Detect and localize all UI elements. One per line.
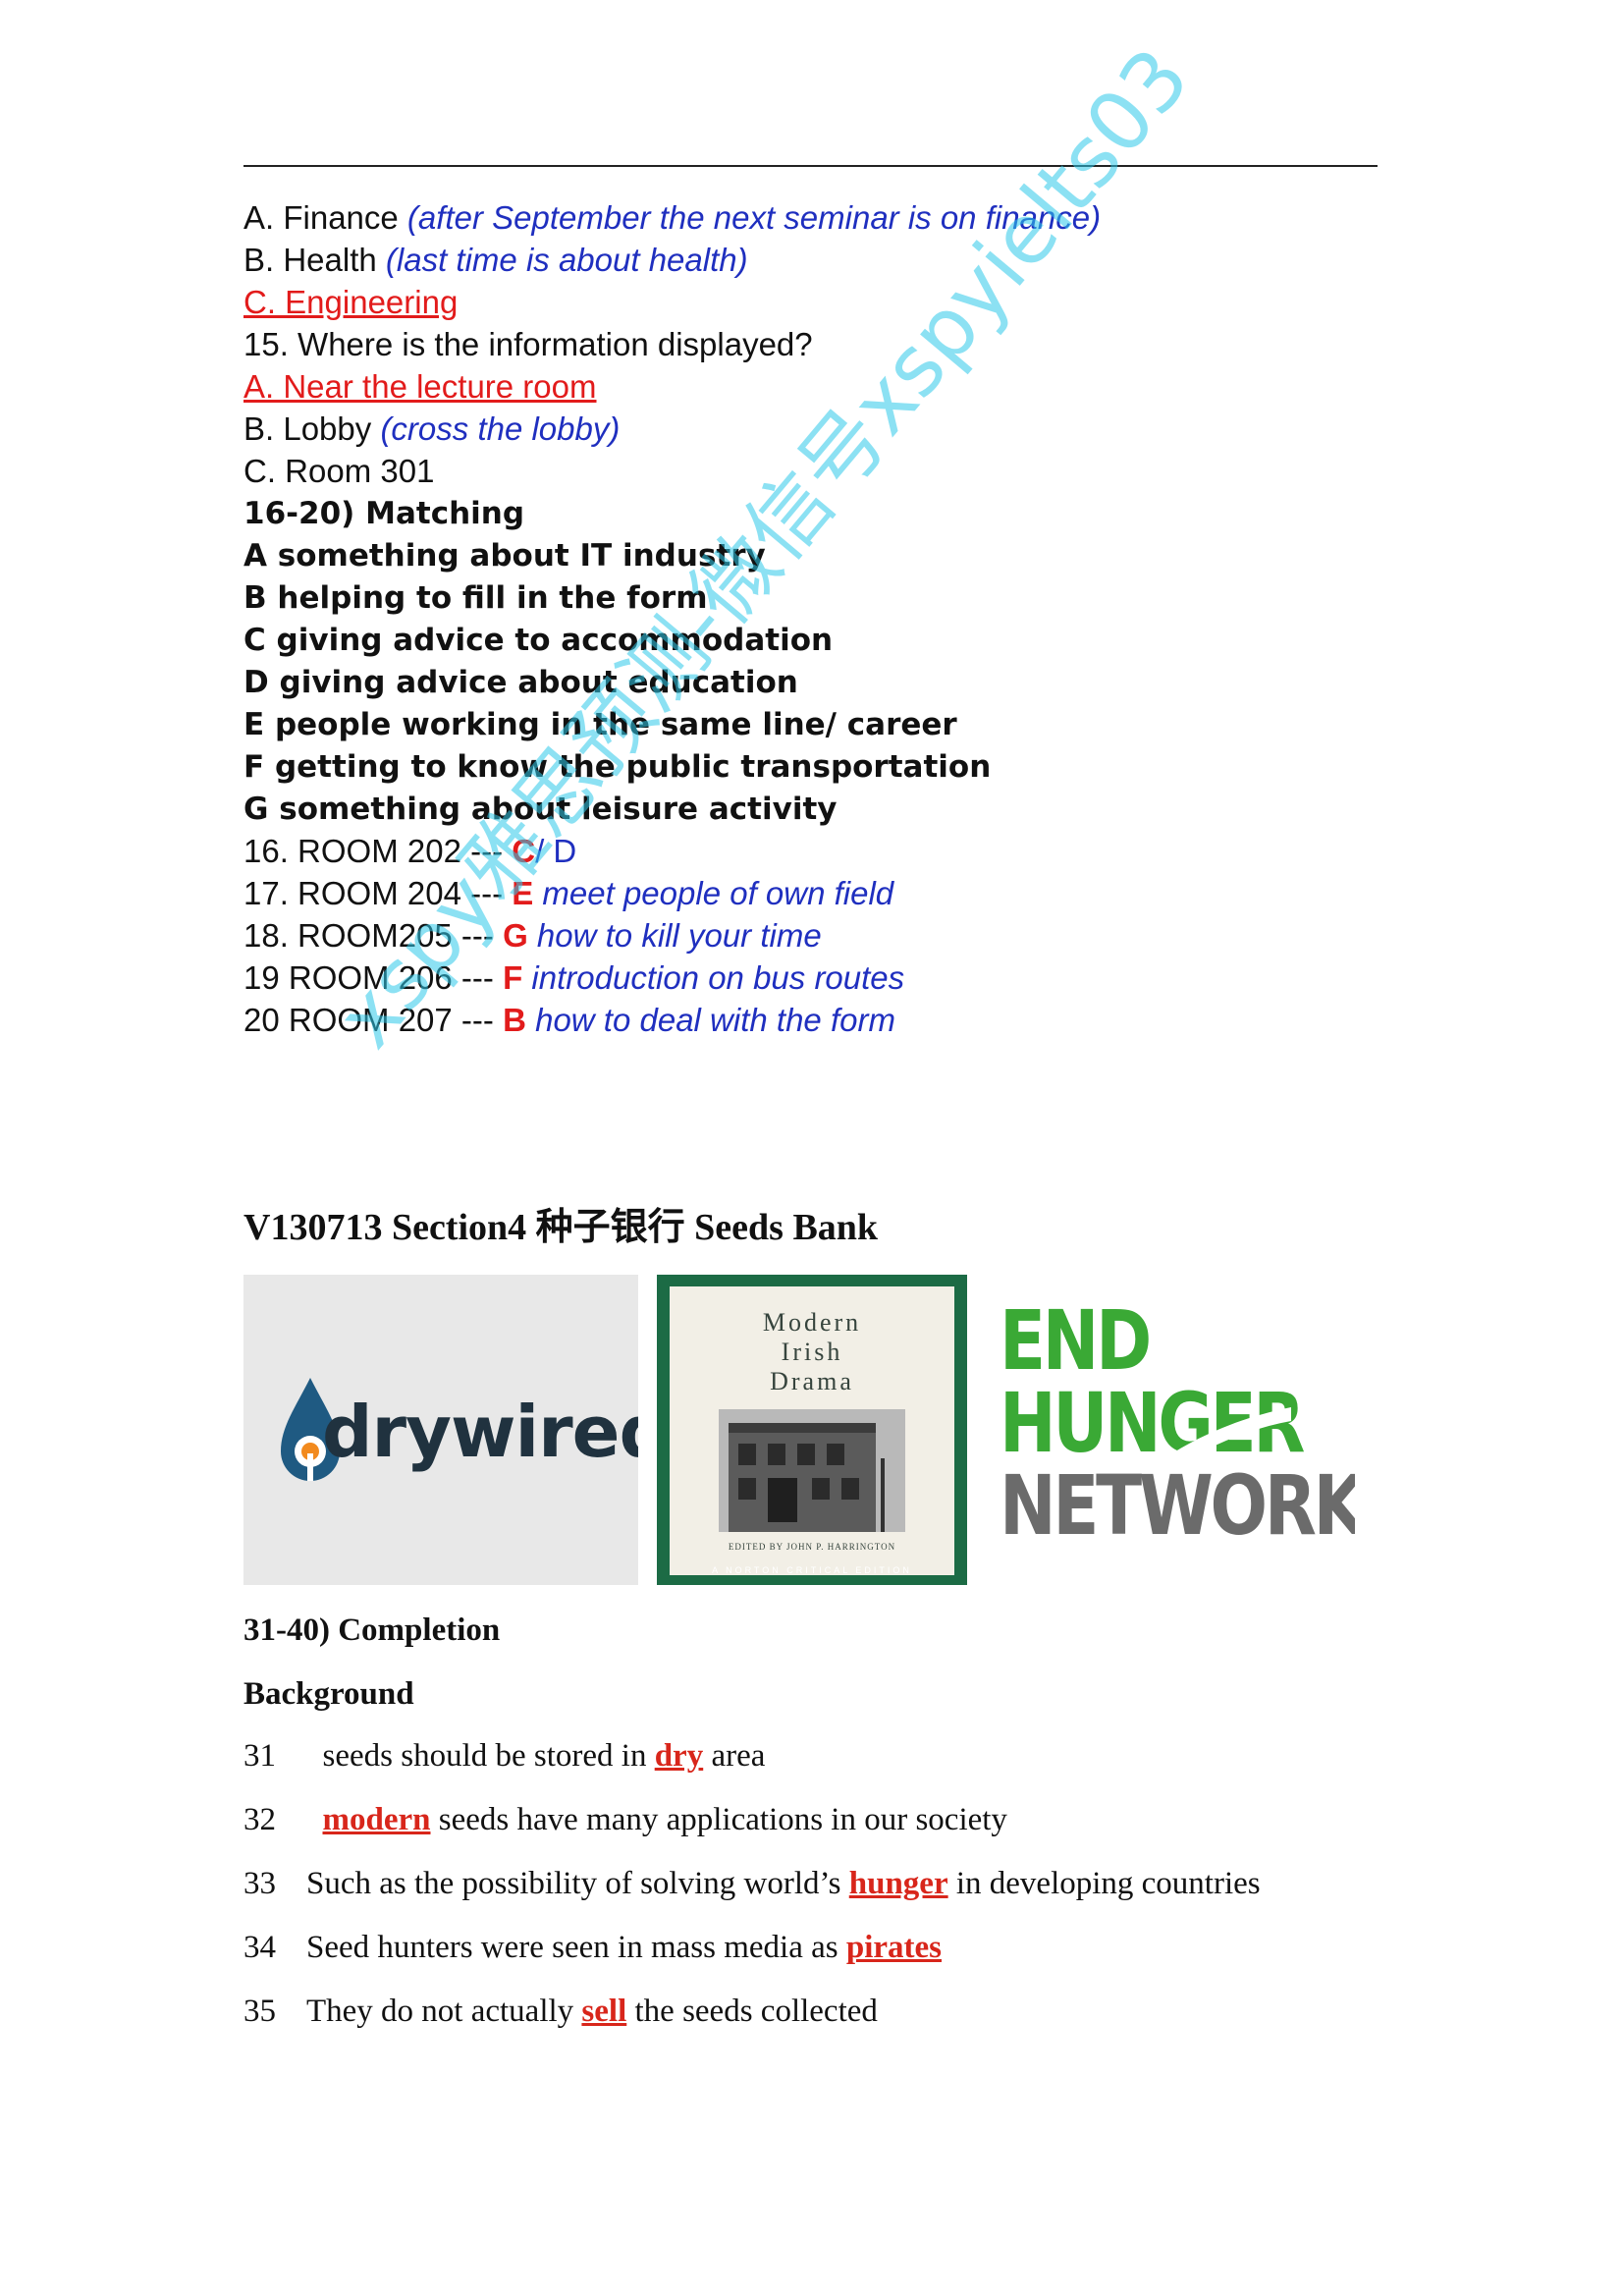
item-text-after: the seeds collected <box>626 1994 878 2029</box>
book-title-line-1: Modern <box>762 1308 862 1337</box>
background-heading: Background <box>243 1676 414 1712</box>
answer-letter: C <box>512 833 536 869</box>
answer-note: how to deal with the form <box>525 1002 895 1038</box>
answer-letter: B <box>503 1002 526 1038</box>
matching-option: B helping to fill in the form <box>243 580 708 616</box>
completion-item: 31 seeds should be stored in dry area <box>243 1738 765 1775</box>
answer-letter: G <box>503 917 528 954</box>
matching-answer-row: 19 ROOM 206 --- F introduction on bus ro… <box>243 958 904 998</box>
item-number: 32 <box>243 1802 276 1837</box>
book-cover-photo <box>719 1409 905 1532</box>
answer-letter: E <box>512 875 534 911</box>
completion-item: 35 They do not actually sell the seeds co… <box>243 1994 878 2030</box>
item-number: 31 <box>243 1738 276 1774</box>
q14-option-a: A. Finance (after September the next sem… <box>243 198 1101 238</box>
matching-answer-row: 17. ROOM 204 --- E meet people of own fi… <box>243 874 893 913</box>
section4-title: V130713 Section4 种子银行 Seeds Bank <box>243 1207 879 1248</box>
option-label: B. Health <box>243 242 377 278</box>
item-number: 35 <box>243 1994 276 2029</box>
item-text-before <box>306 1802 323 1837</box>
q15-option-c: C. Room 301 <box>243 453 435 489</box>
item-text-before: They do not actually <box>306 1994 582 2029</box>
q14-option-b: B. Health (last time is about health) <box>243 241 748 280</box>
answer-note: how to kill your time <box>527 917 822 954</box>
swoosh-icon <box>1154 1407 1291 1474</box>
item-number: 34 <box>243 1930 276 1965</box>
item-text-after: seeds have many applications in our soci… <box>430 1802 1007 1837</box>
book-cover: Modern Irish Drama EDITED BY JOHN P. HAR… <box>657 1275 967 1585</box>
option-label: B. Lobby <box>243 410 372 447</box>
completion-heading: 31-40) Completion <box>243 1613 501 1648</box>
answer-letter: F <box>503 959 523 996</box>
completion-item: 34 Seed hunters were seen in mass media a… <box>243 1930 942 1966</box>
matching-option: E people working in the same line/ caree… <box>243 707 957 742</box>
option-label: A. Finance <box>243 199 399 236</box>
building-photo-icon <box>719 1409 905 1532</box>
q15-option-a: A. Near the lecture room <box>243 367 597 407</box>
item-text-after: in developing countries <box>947 1866 1261 1901</box>
matching-option: C giving advice to accommodation <box>243 623 834 658</box>
option-note: (after September the next seminar is on … <box>406 199 1102 236</box>
item-answer: pirates <box>845 1930 942 1965</box>
option-note: (last time is about health) <box>385 242 748 278</box>
book-editor: EDITED BY JOHN P. HARRINGTON <box>728 1542 896 1552</box>
end-hunger-network-logo: END HUNGER NETWORK <box>982 1275 1355 1585</box>
matching-answer-row: 18. ROOM205 --- G how to kill your time <box>243 916 822 956</box>
room-label: 20 ROOM 207 --- <box>243 1002 504 1038</box>
answer-note: meet people of own field <box>533 875 894 911</box>
option-note: (cross the lobby) <box>380 410 621 447</box>
book-series: A NORTON CRITICAL EDITION <box>712 1565 912 1575</box>
q15-option-b: B. Lobby (cross the lobby) <box>243 410 620 449</box>
room-label: 18. ROOM205 --- <box>243 917 504 954</box>
q15-question: 15. Where is the information displayed? <box>243 326 813 362</box>
matching-option: A something about IT industry <box>243 538 766 574</box>
matching-option: F getting to know the public transportat… <box>243 749 992 785</box>
book-title-line-3: Drama <box>770 1367 854 1395</box>
room-label: 19 ROOM 206 --- <box>243 959 504 996</box>
book-cover-inner: Modern Irish Drama EDITED BY JOHN P. HAR… <box>670 1286 954 1575</box>
item-answer: sell <box>581 1994 627 2029</box>
logo-line-1: END <box>1000 1292 1152 1389</box>
matching-answer-row: 20 ROOM 207 --- B how to deal with the f… <box>243 1001 895 1040</box>
matching-answer-row: 16. ROOM 202 --- C/ D <box>243 832 576 871</box>
item-text-before: Such as the possibility of solving world… <box>306 1866 849 1901</box>
matching-option: D giving advice about education <box>243 665 798 700</box>
item-text-before: seeds should be stored in <box>306 1738 655 1774</box>
completion-item: 32 modern seeds have many applications i… <box>243 1802 1007 1838</box>
top-divider <box>243 165 1378 167</box>
completion-item: 33 Such as the possibility of solving wor… <box>243 1866 1261 1902</box>
answer-note: / D <box>535 833 577 869</box>
item-answer: dry <box>654 1738 704 1774</box>
drywired-logo: drywired <box>243 1275 638 1585</box>
item-answer: modern <box>322 1802 431 1837</box>
item-text-before: Seed hunters were seen in mass media as <box>306 1930 846 1965</box>
item-text-after: area <box>703 1738 766 1774</box>
matching-option: G something about leisure activity <box>243 792 838 827</box>
q14-option-c: C. Engineering <box>243 283 458 322</box>
book-title-line-2: Irish <box>781 1338 843 1366</box>
room-label: 16. ROOM 202 --- <box>243 833 513 869</box>
matching-heading: 16-20) Matching <box>243 496 525 531</box>
answer-note: introduction on bus routes <box>522 959 905 996</box>
item-number: 33 <box>243 1866 276 1901</box>
correct-answer: A. Near the lecture room <box>243 368 597 405</box>
room-label: 17. ROOM 204 --- <box>243 875 513 911</box>
drywired-wordmark: drywired <box>322 1391 638 1473</box>
item-answer: hunger <box>848 1866 948 1901</box>
correct-answer: C. Engineering <box>243 284 459 320</box>
